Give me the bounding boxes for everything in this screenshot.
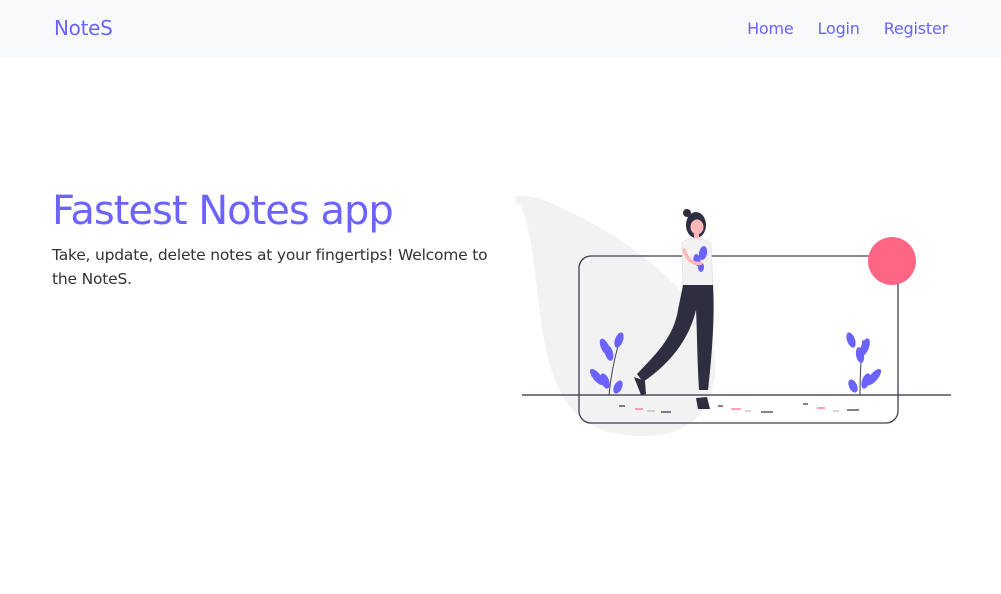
hero-description: Take, update, delete notes at your finge…: [52, 246, 488, 288]
right-plant-icon: [846, 332, 882, 396]
nav-link-home[interactable]: Home: [747, 19, 794, 38]
hero-title: Fastest Notes app: [52, 188, 394, 234]
nav-link-login[interactable]: Login: [818, 19, 860, 38]
nav-links: Home Login Register: [747, 19, 948, 38]
hero-illustration: [515, 195, 951, 437]
pink-circle: [868, 237, 916, 285]
nav-link-register[interactable]: Register: [884, 19, 948, 38]
brand-link[interactable]: NoteS: [54, 16, 113, 40]
navbar: NoteS Home Login Register: [0, 0, 1001, 58]
